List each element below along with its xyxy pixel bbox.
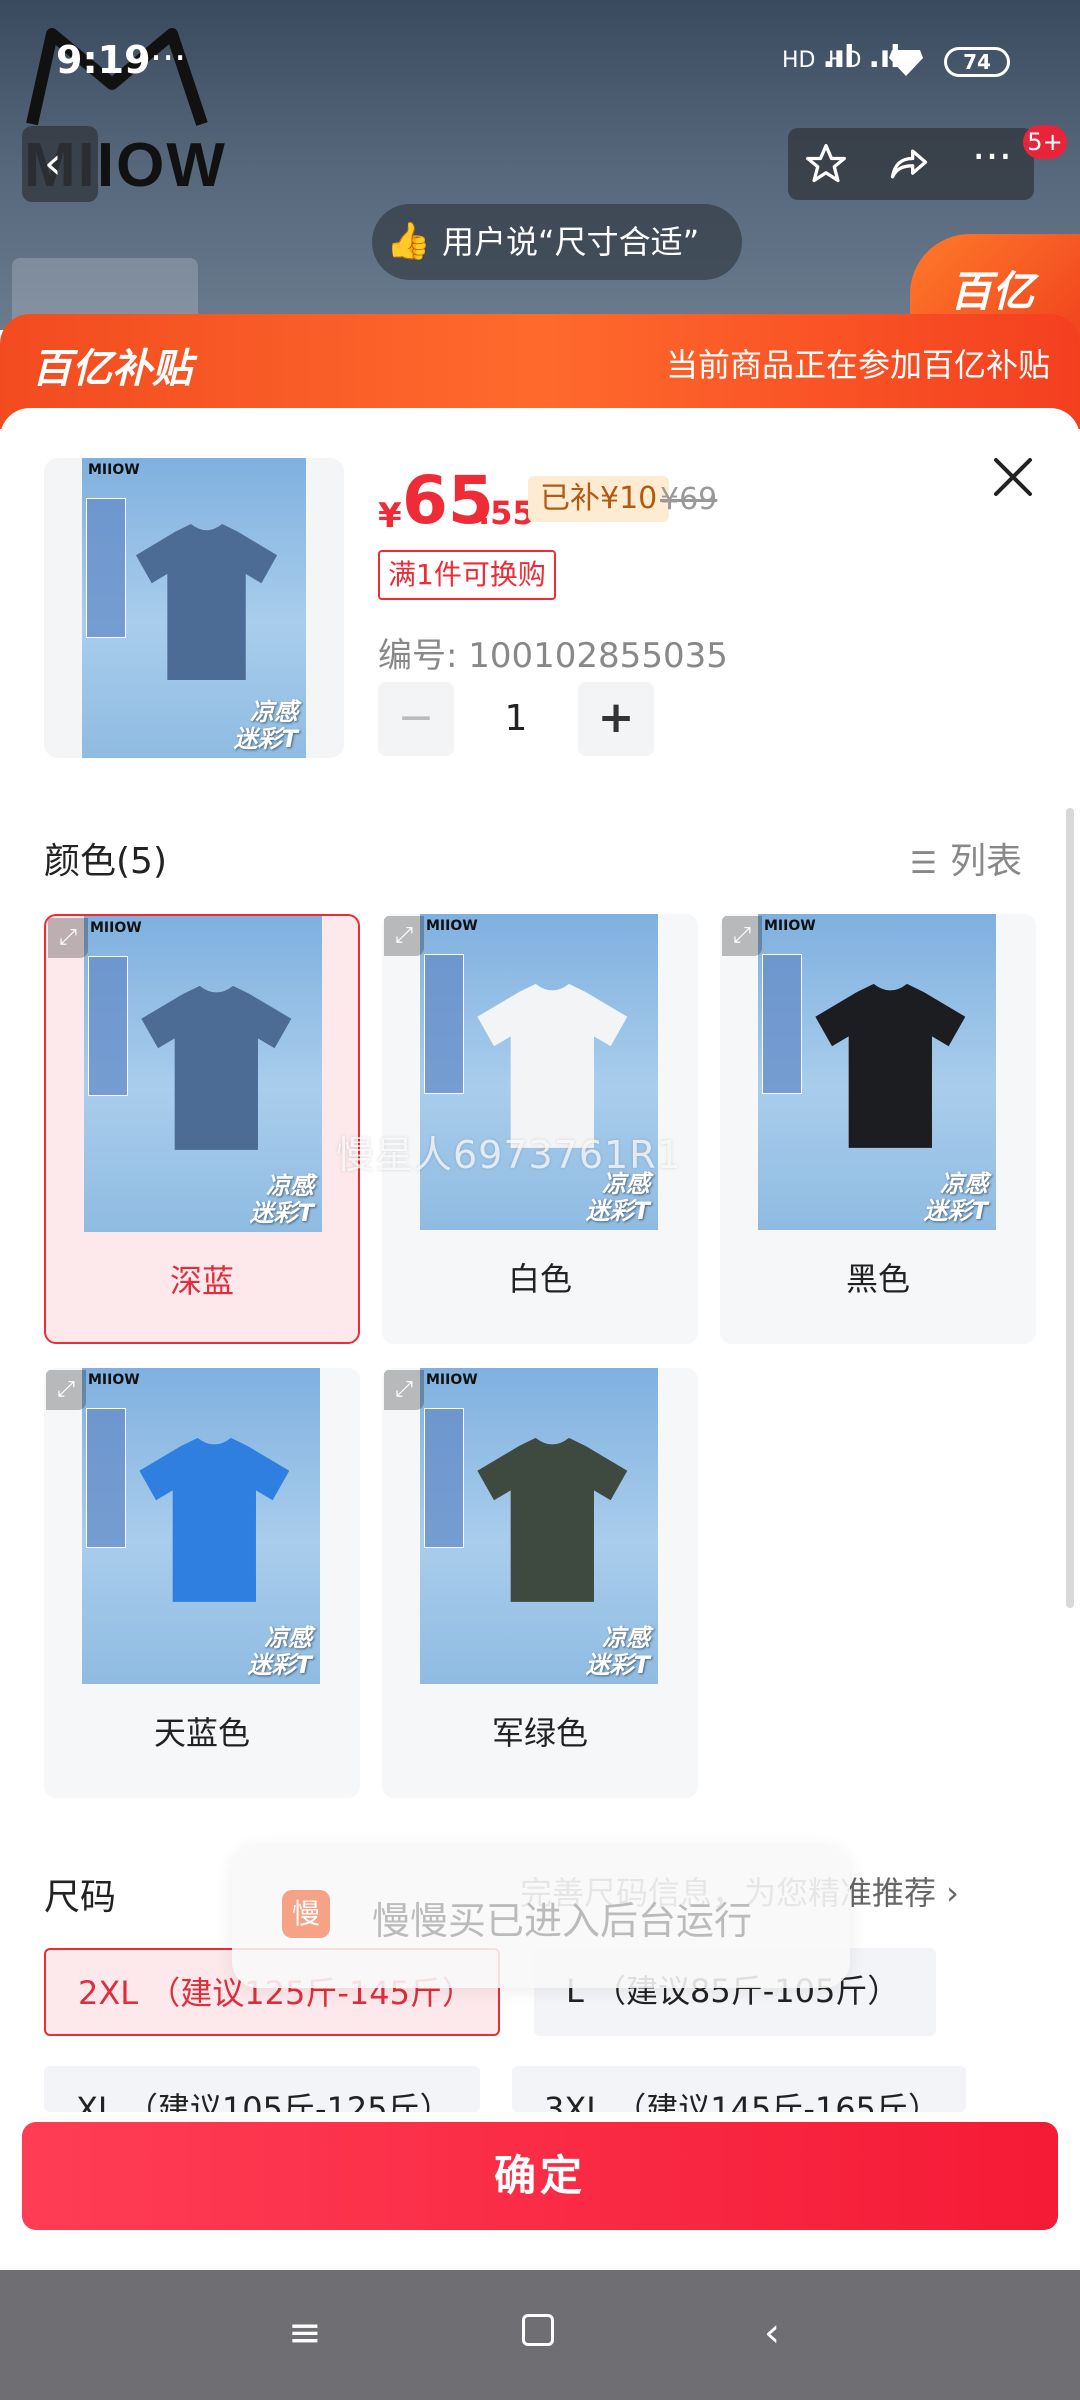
status-more-dots: ···: [150, 36, 187, 80]
tshirt-icon: [139, 1437, 290, 1602]
size-option-3xl[interactable]: 3XL （建议145斤-165斤）: [512, 2066, 966, 2112]
color-section-title: 颜色(5): [44, 841, 167, 882]
chevron-left-icon: ‹: [44, 138, 62, 189]
color-option-caption: 凉感 迷彩T: [247, 1624, 312, 1679]
toast-text: 慢慢买已进入后台运行: [372, 1899, 753, 1943]
subsidy-title: 百亿补贴: [32, 346, 192, 392]
color-option-image: MIIOW 凉感 迷彩T: [82, 1368, 320, 1684]
color-option-image: MIIOW 凉感 迷彩T: [420, 1368, 658, 1684]
color-option-caption: 凉感 迷彩T: [923, 1170, 988, 1225]
top-actions: ···: [788, 128, 1034, 200]
product-tag-icon: [86, 1408, 126, 1548]
color-option-logo: MIIOW: [88, 1372, 140, 1388]
color-option-label: 深蓝: [169, 1262, 234, 1300]
color-option-logo: MIIOW: [426, 918, 478, 934]
battery-icon: 74: [944, 47, 1010, 77]
product-tag-icon: [424, 1408, 464, 1548]
list-view-label: 列表: [950, 841, 1023, 882]
color-option-caption: 凉感 迷彩T: [585, 1170, 650, 1225]
close-icon[interactable]: [988, 452, 1038, 502]
tshirt-icon: [477, 1437, 628, 1602]
tshirt-icon: [135, 524, 278, 680]
color-option-image: MIIOW 凉感 迷彩T: [420, 914, 658, 1230]
zoom-icon[interactable]: ⤢: [384, 1370, 424, 1410]
thumbs-up-icon: 👍: [386, 221, 431, 262]
color-option-card[interactable]: MIIOW 凉感 迷彩T ⤢ 天蓝色: [44, 1368, 360, 1798]
zoom-icon[interactable]: ⤢: [46, 1370, 86, 1410]
size-option-xl[interactable]: XL （建议105斤-125斤）: [44, 2066, 480, 2112]
color-option-caption: 凉感 迷彩T: [249, 1172, 314, 1227]
quantity-decrease-button[interactable]: −: [378, 682, 454, 756]
color-option-label: 黑色: [845, 1260, 910, 1298]
user-review-text: 用户说“尺寸合适”: [442, 223, 700, 261]
product-image-logo: MIIOW: [88, 462, 140, 478]
tshirt-icon: [815, 983, 966, 1148]
tshirt-icon: [141, 985, 292, 1150]
quantity-increase-button[interactable]: +: [578, 682, 654, 756]
sku-selector-sheet: MIIOW 凉感 迷彩T ¥ 65 .55 已补¥10 ¥69 满1件可换购 编…: [0, 408, 1080, 2268]
background-running-toast: 慢 慢慢买已进入后台运行: [232, 1846, 850, 1988]
share-icon[interactable]: [886, 142, 932, 186]
home-icon[interactable]: [522, 2314, 554, 2346]
color-option-logo: MIIOW: [90, 920, 142, 936]
zoom-icon[interactable]: ⤢: [48, 918, 88, 958]
size-section-title: 尺码: [44, 1877, 117, 1918]
color-option-label: 军绿色: [491, 1714, 588, 1752]
color-option-label: 白色: [507, 1260, 572, 1298]
confirm-button[interactable]: 确定: [22, 2122, 1058, 2230]
color-option-logo: MIIOW: [764, 918, 816, 934]
watermark-text: 慢星人6973761R1: [336, 1133, 682, 1177]
product-sku: 编号: 100102855035: [378, 636, 728, 676]
color-option-caption: 凉感 迷彩T: [585, 1624, 650, 1679]
color-option-card[interactable]: MIIOW 凉感 迷彩T ⤢ 军绿色: [382, 1368, 698, 1798]
more-icon[interactable]: ···: [972, 132, 1012, 181]
zoom-icon[interactable]: ⤢: [384, 916, 424, 956]
color-option-label: 天蓝色: [153, 1714, 250, 1752]
product-thumbnail[interactable]: MIIOW 凉感 迷彩T: [44, 458, 344, 758]
app-icon: 慢: [282, 1890, 330, 1938]
price-decimal: .55: [478, 494, 535, 532]
original-price: ¥69: [660, 482, 718, 517]
diamond-icon: [889, 50, 923, 76]
list-view-icon: ☰: [910, 846, 937, 881]
status-time: 9:19: [56, 38, 151, 82]
back-icon[interactable]: ‹: [764, 2310, 780, 2356]
color-option-card[interactable]: MIIOW 凉感 迷彩T ⤢ 深蓝: [44, 914, 360, 1344]
back-button[interactable]: ‹: [22, 126, 98, 202]
product-image: MIIOW 凉感 迷彩T: [82, 458, 306, 758]
zoom-icon[interactable]: ⤢: [722, 916, 762, 956]
menu-icon[interactable]: ≡: [288, 2310, 322, 2356]
color-option-image: MIIOW 凉感 迷彩T: [84, 916, 322, 1232]
notification-badge: 5+: [1023, 125, 1067, 159]
product-tag-icon: [762, 954, 802, 1094]
signal-hd-label-2: HD: [828, 48, 862, 73]
quantity-value[interactable]: 1: [454, 682, 578, 756]
user-review-pill[interactable]: 👍 用户说“尺寸合适”: [372, 204, 742, 280]
color-option-logo: MIIOW: [426, 1372, 478, 1388]
system-navigation-bar: ≡ ‹: [0, 2270, 1080, 2400]
status-bar: 9:19 ··· HD .ıl HD .ıl 74: [0, 0, 1080, 120]
product-tag-icon: [424, 954, 464, 1094]
scrollbar[interactable]: [1066, 808, 1074, 1608]
color-option-image: MIIOW 凉感 迷彩T: [758, 914, 996, 1230]
product-tag-icon: [86, 498, 126, 638]
list-view-toggle[interactable]: ☰ 列表: [910, 832, 1022, 884]
subsidy-note: 当前商品正在参加百亿补贴: [665, 346, 1050, 384]
star-icon[interactable]: [804, 142, 848, 186]
signal-hd-label: HD: [782, 48, 816, 73]
price-currency: ¥: [378, 496, 402, 536]
product-image-caption: 凉感 迷彩T: [233, 698, 298, 753]
product-tag-icon: [88, 956, 128, 1096]
color-option-card[interactable]: MIIOW 凉感 迷彩T ⤢ 黑色: [720, 914, 1036, 1344]
exchange-tag[interactable]: 满1件可换购: [378, 550, 556, 600]
subsidy-amount-pill: 已补¥10: [528, 476, 670, 522]
